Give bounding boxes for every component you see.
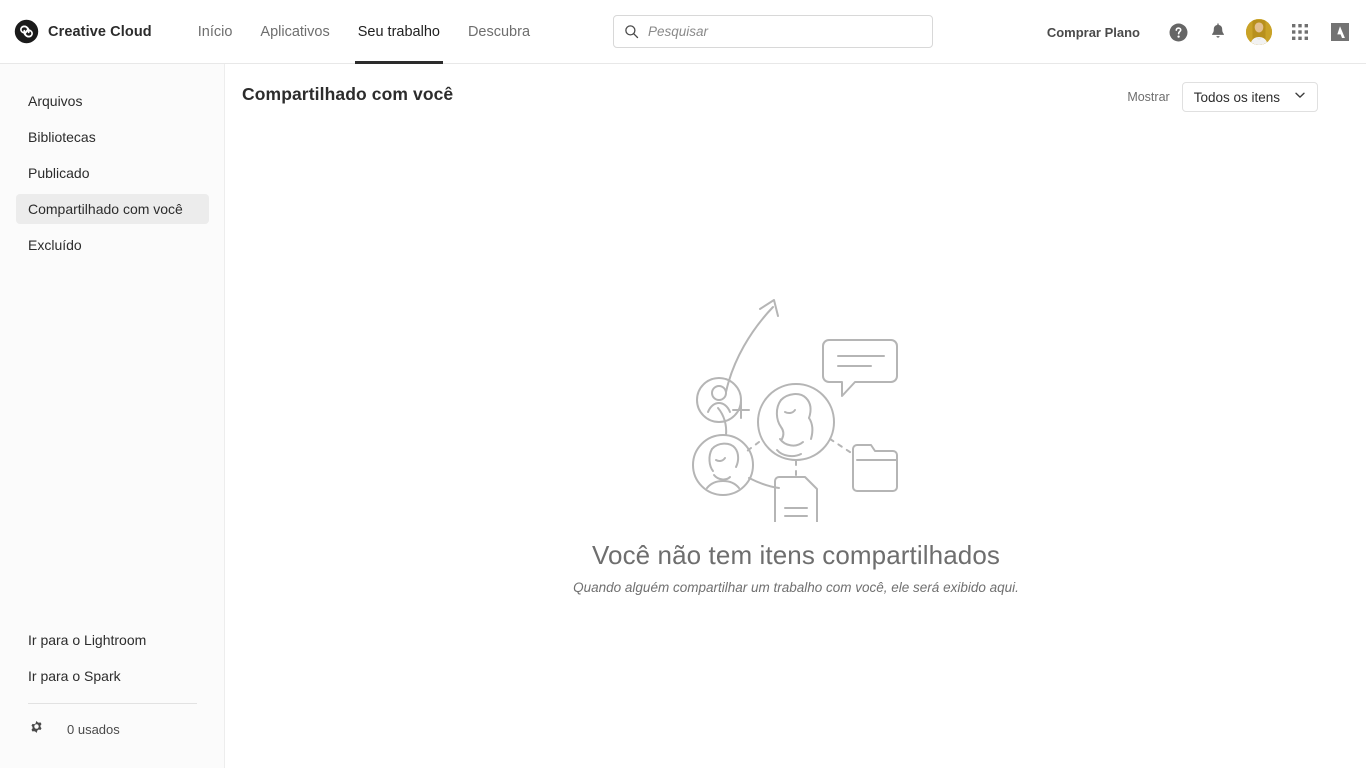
storage-settings-row[interactable]: 0 usados bbox=[0, 716, 225, 742]
collaboration-empty-illustration-icon bbox=[681, 282, 911, 522]
nav-item-descubra[interactable]: Descubra bbox=[454, 0, 544, 64]
sidebar-link-lightroom[interactable]: Ir para o Lightroom bbox=[16, 625, 209, 655]
search-box[interactable] bbox=[613, 15, 933, 48]
sidebar-item-bibliotecas[interactable]: Bibliotecas bbox=[16, 122, 209, 152]
sidebar-item-excluido[interactable]: Excluído bbox=[16, 230, 209, 260]
chevron-down-icon bbox=[1294, 88, 1306, 106]
show-filter-value: Todos os itens bbox=[1193, 89, 1280, 105]
brand-area[interactable]: Creative Cloud bbox=[14, 0, 152, 64]
filter-area: Mostrar Todos os itens bbox=[1127, 82, 1318, 112]
nav-item-aplicativos[interactable]: Aplicativos bbox=[246, 0, 343, 64]
empty-state: Você não tem itens compartilhados Quando… bbox=[226, 282, 1366, 595]
main-nav: Início Aplicativos Seu trabalho Descubra bbox=[184, 0, 544, 64]
header-right-actions: Comprar Plano bbox=[1047, 0, 1352, 64]
sidebar-item-publicado[interactable]: Publicado bbox=[16, 158, 209, 188]
main-content: Compartilhado com você Mostrar Todos os … bbox=[226, 64, 1366, 768]
nav-item-seu-trabalho[interactable]: Seu trabalho bbox=[344, 0, 454, 64]
brand-name: Creative Cloud bbox=[48, 23, 152, 40]
sidebar-item-compartilhado-com-voce[interactable]: Compartilhado com você bbox=[16, 194, 209, 224]
avatar[interactable] bbox=[1246, 19, 1272, 45]
show-filter-dropdown[interactable]: Todos os itens bbox=[1181, 82, 1318, 112]
sidebar-bottom-section: Ir para o Lightroom Ir para o Spark 0 us… bbox=[0, 625, 225, 742]
nav-item-inicio[interactable]: Início bbox=[184, 0, 247, 64]
empty-state-subtitle: Quando alguém compartilhar um trabalho c… bbox=[573, 580, 1019, 595]
filter-label: Mostrar bbox=[1127, 90, 1170, 104]
creative-cloud-web-app: Creative Cloud Início Aplicativos Seu tr… bbox=[0, 0, 1366, 768]
search-icon bbox=[624, 24, 639, 39]
page-title: Compartilhado com você bbox=[242, 84, 454, 104]
sidebar-item-arquivos[interactable]: Arquivos bbox=[16, 86, 209, 116]
notification-bell-icon[interactable] bbox=[1206, 20, 1230, 44]
sidebar-nav-list: Arquivos Bibliotecas Publicado Compartil… bbox=[0, 86, 225, 266]
top-header-bar: Creative Cloud Início Aplicativos Seu tr… bbox=[0, 0, 1366, 64]
app-grid-icon[interactable] bbox=[1288, 20, 1312, 44]
help-icon[interactable] bbox=[1166, 20, 1190, 44]
storage-usage-label: 0 usados bbox=[67, 721, 120, 737]
gear-icon bbox=[28, 718, 45, 740]
left-sidebar: Arquivos Bibliotecas Publicado Compartil… bbox=[0, 64, 225, 768]
buy-plan-button[interactable]: Comprar Plano bbox=[1047, 25, 1140, 40]
search-input[interactable] bbox=[648, 24, 922, 39]
empty-state-title: Você não tem itens compartilhados bbox=[592, 540, 1000, 570]
sidebar-divider bbox=[28, 703, 197, 704]
search-area bbox=[613, 15, 933, 48]
creative-cloud-logo-icon bbox=[14, 19, 39, 44]
adobe-logo-icon[interactable] bbox=[1328, 20, 1352, 44]
sidebar-link-spark[interactable]: Ir para o Spark bbox=[16, 661, 209, 691]
